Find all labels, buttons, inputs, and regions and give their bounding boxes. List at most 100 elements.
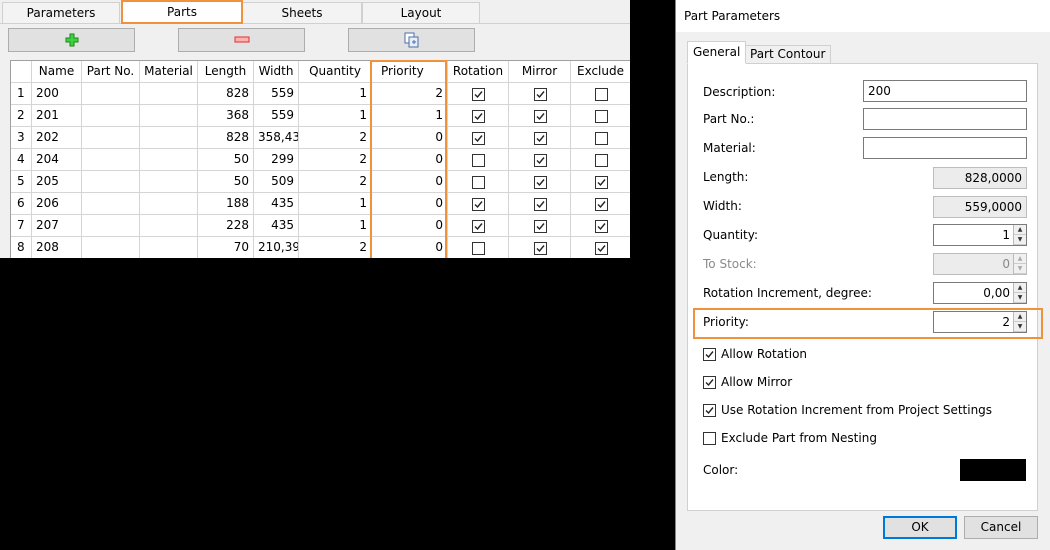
length-cell[interactable]: 188 bbox=[198, 193, 254, 215]
quantity-cell[interactable]: 2 bbox=[299, 171, 372, 193]
quantity-cell[interactable]: 1 bbox=[299, 83, 372, 105]
quantity-cell[interactable]: 2 bbox=[299, 237, 372, 258]
material-cell[interactable] bbox=[140, 215, 198, 237]
rotation-checkbox[interactable] bbox=[472, 219, 485, 233]
priority-stepper[interactable]: 2 ▲ ▼ bbox=[933, 311, 1027, 333]
name-cell[interactable]: 202 bbox=[32, 127, 82, 149]
length-cell[interactable]: 828 bbox=[198, 83, 254, 105]
table-row[interactable]: 8 208 70 210,39 2 0 bbox=[11, 237, 630, 258]
exclude-checkbox[interactable] bbox=[594, 153, 608, 167]
quantity-cell[interactable]: 1 bbox=[299, 105, 372, 127]
partno-cell[interactable] bbox=[82, 193, 140, 215]
exclude-checkbox[interactable]: Exclude Part from Nesting bbox=[703, 430, 877, 446]
partno-cell[interactable] bbox=[82, 237, 140, 258]
exclude-checkbox[interactable] bbox=[594, 175, 608, 189]
quantity-value[interactable]: 1 bbox=[934, 225, 1013, 245]
rotation-checkbox[interactable] bbox=[472, 153, 485, 167]
rotation-checkbox[interactable] bbox=[472, 109, 485, 123]
mirror-checkbox[interactable] bbox=[533, 175, 547, 189]
checkbox-box[interactable] bbox=[703, 403, 716, 417]
column-header[interactable]: Material bbox=[140, 61, 198, 83]
priority-value[interactable]: 2 bbox=[934, 312, 1013, 332]
partno-cell[interactable] bbox=[82, 105, 140, 127]
width-cell[interactable]: 299 bbox=[254, 149, 299, 171]
tab-layout[interactable]: Layout bbox=[362, 2, 480, 24]
column-header[interactable]: Exclude bbox=[571, 61, 630, 83]
checkbox-box[interactable] bbox=[703, 347, 716, 361]
column-header[interactable]: Priority bbox=[372, 61, 448, 83]
color-swatch[interactable] bbox=[960, 459, 1026, 481]
column-header[interactable] bbox=[11, 61, 32, 83]
name-cell[interactable]: 201 bbox=[32, 105, 82, 127]
cancel-button[interactable]: Cancel bbox=[964, 516, 1038, 539]
partno-field[interactable] bbox=[863, 108, 1027, 130]
quantity-cell[interactable]: 2 bbox=[299, 127, 372, 149]
column-header[interactable]: Length bbox=[198, 61, 254, 83]
material-cell[interactable] bbox=[140, 193, 198, 215]
rotation-checkbox[interactable] bbox=[472, 131, 485, 145]
partno-cell[interactable] bbox=[82, 171, 140, 193]
material-cell[interactable] bbox=[140, 237, 198, 258]
rotation-checkbox[interactable] bbox=[472, 197, 485, 211]
copy-part-button[interactable] bbox=[348, 28, 475, 52]
partno-cell[interactable] bbox=[82, 127, 140, 149]
length-cell[interactable]: 228 bbox=[198, 215, 254, 237]
table-row[interactable]: 4 204 50 299 2 0 bbox=[11, 149, 630, 171]
exclude-checkbox[interactable] bbox=[594, 131, 608, 145]
spin-down-icon[interactable]: ▼ bbox=[1014, 235, 1026, 245]
material-cell[interactable] bbox=[140, 105, 198, 127]
spin-up-icon[interactable]: ▲ bbox=[1014, 225, 1026, 235]
length-cell[interactable]: 828 bbox=[198, 127, 254, 149]
table-row[interactable]: 7 207 228 435 1 0 bbox=[11, 215, 630, 237]
width-cell[interactable]: 210,39 bbox=[254, 237, 299, 258]
exclude-checkbox[interactable] bbox=[594, 87, 608, 101]
exclude-checkbox[interactable] bbox=[594, 109, 608, 123]
priority-cell[interactable]: 0 bbox=[372, 127, 448, 149]
name-cell[interactable]: 206 bbox=[32, 193, 82, 215]
length-cell[interactable]: 368 bbox=[198, 105, 254, 127]
width-cell[interactable]: 358,43 bbox=[254, 127, 299, 149]
rotation-checkbox[interactable] bbox=[472, 175, 485, 189]
column-header[interactable]: Part No. bbox=[82, 61, 140, 83]
priority-cell[interactable]: 1 bbox=[372, 105, 448, 127]
checkbox-box[interactable] bbox=[703, 431, 716, 445]
width-cell[interactable]: 435 bbox=[254, 193, 299, 215]
remove-part-button[interactable] bbox=[178, 28, 305, 52]
partno-cell[interactable] bbox=[82, 149, 140, 171]
table-row[interactable]: 5 205 50 509 2 0 bbox=[11, 171, 630, 193]
exclude-checkbox[interactable] bbox=[594, 219, 608, 233]
checkbox-box[interactable] bbox=[703, 375, 716, 389]
allow-rotation-checkbox[interactable]: Allow Rotation bbox=[703, 346, 807, 362]
name-cell[interactable]: 207 bbox=[32, 215, 82, 237]
add-part-button[interactable] bbox=[8, 28, 135, 52]
ok-button[interactable]: OK bbox=[883, 516, 957, 539]
material-cell[interactable] bbox=[140, 83, 198, 105]
column-header[interactable]: Name bbox=[32, 61, 82, 83]
priority-cell[interactable]: 2 bbox=[372, 83, 448, 105]
priority-cell[interactable]: 0 bbox=[372, 149, 448, 171]
column-header[interactable]: Rotation bbox=[448, 61, 509, 83]
material-cell[interactable] bbox=[140, 171, 198, 193]
rotation-checkbox[interactable] bbox=[472, 87, 485, 101]
width-cell[interactable]: 435 bbox=[254, 215, 299, 237]
mirror-checkbox[interactable] bbox=[533, 219, 547, 233]
tab-sheets[interactable]: Sheets bbox=[242, 2, 362, 24]
table-row[interactable]: 3 202 828 358,43 2 0 bbox=[11, 127, 630, 149]
spin-down-icon[interactable]: ▼ bbox=[1014, 322, 1026, 332]
exclude-checkbox[interactable] bbox=[594, 241, 608, 255]
length-cell[interactable]: 50 bbox=[198, 149, 254, 171]
mirror-checkbox[interactable] bbox=[533, 197, 547, 211]
tab-parts[interactable]: Parts bbox=[122, 0, 242, 24]
rotinc-stepper[interactable]: 0,00 ▲ ▼ bbox=[933, 282, 1027, 304]
spin-up-icon[interactable]: ▲ bbox=[1014, 312, 1026, 322]
allow-mirror-checkbox[interactable]: Allow Mirror bbox=[703, 374, 792, 390]
quantity-cell[interactable]: 1 bbox=[299, 193, 372, 215]
name-cell[interactable]: 204 bbox=[32, 149, 82, 171]
partno-cell[interactable] bbox=[82, 215, 140, 237]
length-cell[interactable]: 50 bbox=[198, 171, 254, 193]
material-cell[interactable] bbox=[140, 127, 198, 149]
rotinc-value[interactable]: 0,00 bbox=[934, 283, 1013, 303]
name-cell[interactable]: 200 bbox=[32, 83, 82, 105]
mirror-checkbox[interactable] bbox=[533, 109, 547, 123]
mirror-checkbox[interactable] bbox=[533, 131, 547, 145]
